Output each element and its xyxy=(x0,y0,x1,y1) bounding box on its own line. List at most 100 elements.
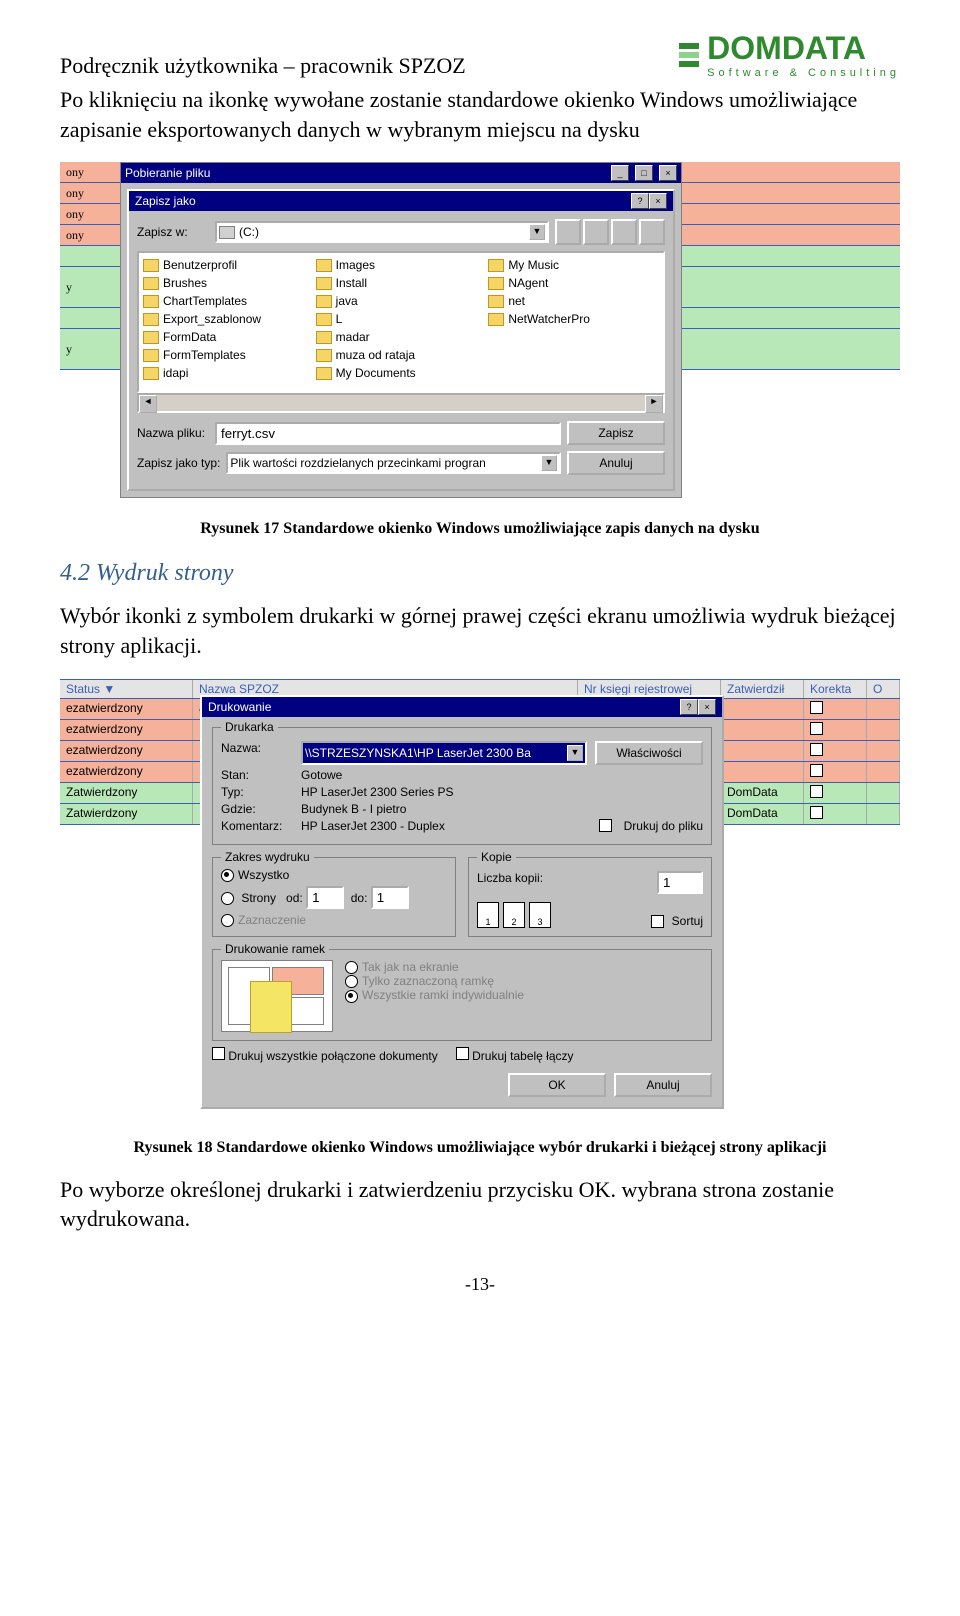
properties-button[interactable]: Właściwości xyxy=(595,741,703,765)
print-dialog: Drukowanie ? × Drukarka Nazwa: \\STRZESZ… xyxy=(200,695,724,1109)
printer-group-title: Drukarka xyxy=(221,720,278,734)
col-zatw[interactable]: Zatwierdził xyxy=(721,680,804,698)
new-folder-icon[interactable] xyxy=(583,219,609,245)
radio-pages[interactable] xyxy=(221,892,234,905)
help-icon[interactable]: ? xyxy=(631,193,649,209)
dialog-titlebar[interactable]: Zapisz jako ? × xyxy=(129,191,673,211)
table-cell: ezatwierdzony xyxy=(60,720,193,740)
minimize-icon[interactable]: _ xyxy=(611,165,629,181)
folder-icon xyxy=(316,313,332,326)
table-cell xyxy=(804,804,867,824)
close-icon[interactable]: × xyxy=(659,165,677,181)
table-cell: ezatwierdzony xyxy=(60,762,193,782)
scroll-left-icon[interactable]: ◄ xyxy=(139,395,157,413)
radio-all[interactable] xyxy=(221,869,234,882)
folder-name: NAgent xyxy=(508,276,548,290)
table-cell xyxy=(804,741,867,761)
folder-icon xyxy=(316,277,332,290)
table-cell xyxy=(867,720,900,740)
folder-item[interactable]: Install xyxy=(316,275,476,291)
printer-dropdown[interactable]: \\STRZESZYNSKA1\HP LaserJet 2300 Ba ▼ xyxy=(301,741,587,765)
filename-input[interactable] xyxy=(215,422,561,445)
cancel-button[interactable]: Anuluj xyxy=(567,451,665,475)
maximize-icon[interactable]: □ xyxy=(635,165,653,181)
chevron-down-icon[interactable]: ▼ xyxy=(529,224,545,240)
folder-item[interactable]: madar xyxy=(316,329,476,345)
folder-item[interactable]: idapi xyxy=(143,365,303,381)
frames-each: Wszystkie ramki indywidualnie xyxy=(362,988,524,1002)
folder-item[interactable]: muza od rataja xyxy=(316,347,476,363)
filetype-dropdown[interactable]: Plik wartości rozdzielanych przecinkami … xyxy=(226,452,561,474)
copies-label: Liczba kopii: xyxy=(477,871,543,894)
help-icon[interactable]: ? xyxy=(680,699,698,715)
folder-item[interactable]: Benutzerprofil xyxy=(143,257,303,273)
checkbox-icon[interactable] xyxy=(810,701,823,714)
folder-item[interactable]: Brushes xyxy=(143,275,303,291)
outer-titlebar[interactable]: Pobieranie pliku _ □ × xyxy=(121,163,681,183)
folder-item[interactable]: NetWatcherPro xyxy=(488,311,648,327)
save-button[interactable]: Zapisz xyxy=(567,421,665,445)
checkbox-icon[interactable] xyxy=(810,806,823,819)
checkbox-icon[interactable] xyxy=(810,785,823,798)
frames-preview-icon xyxy=(221,960,333,1032)
up-folder-icon[interactable] xyxy=(555,219,581,245)
checkbox-icon[interactable] xyxy=(810,722,823,735)
col-o[interactable]: O xyxy=(867,680,900,698)
col-status[interactable]: Status ▼ xyxy=(60,680,193,698)
folder-item[interactable]: Images xyxy=(316,257,476,273)
close-icon[interactable]: × xyxy=(698,699,716,715)
print-to-file-checkbox[interactable] xyxy=(599,819,612,832)
collate-checkbox[interactable] xyxy=(651,915,664,928)
state-label: Stan: xyxy=(221,768,293,782)
folder-item[interactable]: My Music xyxy=(488,257,648,273)
checkbox-icon[interactable] xyxy=(810,743,823,756)
table-cell xyxy=(804,783,867,803)
to-label: do: xyxy=(351,891,368,905)
scroll-right-icon[interactable]: ► xyxy=(645,395,663,413)
chevron-down-icon[interactable]: ▼ xyxy=(567,745,583,761)
folder-item[interactable]: L xyxy=(316,311,476,327)
close-icon[interactable]: × xyxy=(649,193,667,209)
copies-input[interactable] xyxy=(657,871,703,894)
save-in-dropdown[interactable]: (C:) ▼ xyxy=(215,221,549,243)
ok-button[interactable]: OK xyxy=(508,1073,606,1097)
folder-item[interactable]: Export_szablonow xyxy=(143,311,303,327)
radio-asis xyxy=(345,961,358,974)
folder-item[interactable]: NAgent xyxy=(488,275,648,291)
folder-item[interactable]: My Documents xyxy=(316,365,476,381)
table-cell xyxy=(721,741,804,761)
to-input[interactable] xyxy=(371,886,409,909)
print-links-checkbox[interactable] xyxy=(456,1047,469,1060)
print-linked-checkbox[interactable] xyxy=(212,1047,225,1060)
folder-item[interactable]: ChartTemplates xyxy=(143,293,303,309)
list-view-icon[interactable] xyxy=(611,219,637,245)
col-kor[interactable]: Korekta xyxy=(804,680,867,698)
table-cell xyxy=(867,699,900,719)
h-scrollbar[interactable]: ◄ ► xyxy=(137,393,665,413)
filetype-value: Plik wartości rozdzielanych przecinkami … xyxy=(230,456,485,470)
checkbox-icon[interactable] xyxy=(810,764,823,777)
saveas-window: Pobieranie pliku _ □ × Zapisz jako ? × Z… xyxy=(120,162,682,498)
table-cell xyxy=(804,762,867,782)
chevron-down-icon[interactable]: ▼ xyxy=(541,455,557,471)
page-icon: 2 xyxy=(503,902,525,928)
file-list[interactable]: Benutzerprofil Brushes ChartTemplates Expor… xyxy=(137,251,665,393)
details-view-icon[interactable] xyxy=(639,219,665,245)
page-icon: 3 xyxy=(529,902,551,928)
folder-item[interactable]: java xyxy=(316,293,476,309)
print-titlebar[interactable]: Drukowanie ? × xyxy=(202,697,722,717)
folder-item[interactable]: net xyxy=(488,293,648,309)
folder-item[interactable]: FormTemplates xyxy=(143,347,303,363)
save-in-value: (C:) xyxy=(239,225,259,239)
folder-item[interactable]: FormData xyxy=(143,329,303,345)
type-value: HP LaserJet 2300 Series PS xyxy=(301,785,454,799)
selection-label: Zaznaczenie xyxy=(238,913,306,927)
folder-icon xyxy=(488,277,504,290)
cancel-button[interactable]: Anuluj xyxy=(614,1073,712,1097)
from-input[interactable] xyxy=(306,886,344,909)
folder-icon xyxy=(488,259,504,272)
paragraph-2: Wybór ikonki z symbolem drukarki w górne… xyxy=(60,601,900,660)
folder-name: ChartTemplates xyxy=(163,294,247,308)
folder-name: Images xyxy=(336,258,375,272)
copies-group-title: Kopie xyxy=(477,850,516,864)
